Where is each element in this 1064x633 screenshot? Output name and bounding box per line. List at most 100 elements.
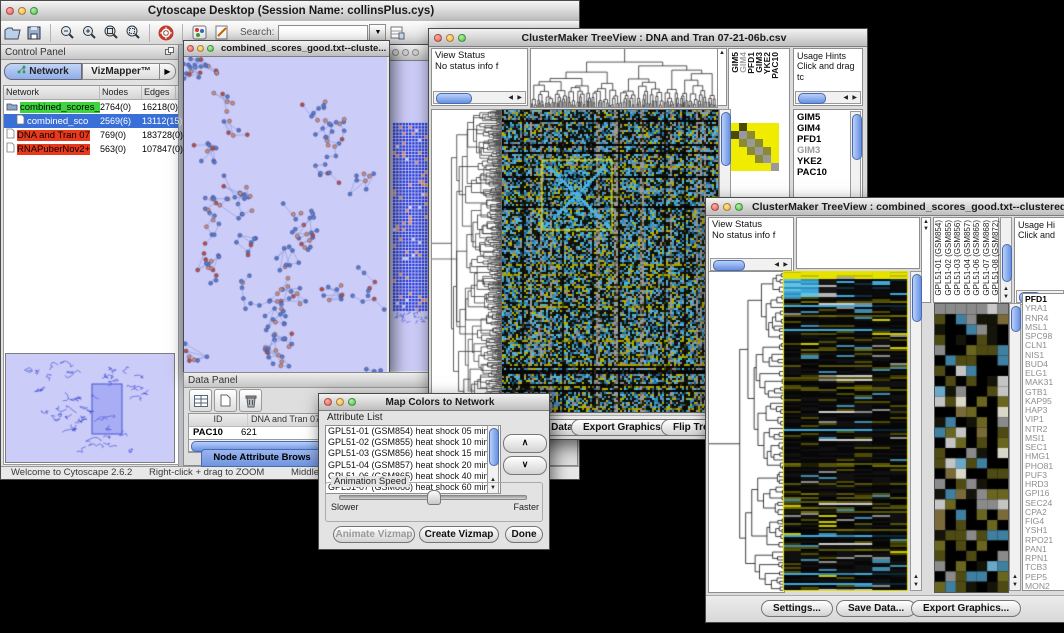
row-dendrogram-canvas[interactable]: [431, 109, 503, 413]
matrix-cell[interactable]: [747, 139, 755, 147]
matrix-cell[interactable]: [763, 139, 771, 147]
matrix-cell[interactable]: [747, 147, 755, 155]
help-lifering-icon[interactable]: [155, 23, 177, 43]
open-folder-icon[interactable]: [1, 23, 23, 43]
network-row[interactable]: RNAPuberNov2+563(0)107847(0): [4, 142, 178, 156]
close-icon[interactable]: [187, 45, 194, 52]
close-icon[interactable]: [711, 203, 719, 211]
button-done[interactable]: Done: [505, 526, 543, 543]
search-dropdown-icon[interactable]: ▼: [369, 24, 386, 42]
matrix-cell[interactable]: [739, 163, 747, 171]
matrix-cell[interactable]: [739, 131, 747, 139]
zoom-out-icon[interactable]: [56, 23, 78, 43]
tab-network[interactable]: Network: [4, 63, 82, 80]
attribute-item[interactable]: GPL51-01 (GSM854) heat shock 05 min: [326, 426, 500, 437]
matrix-cell[interactable]: [739, 155, 747, 163]
matrix-cell[interactable]: [771, 155, 779, 163]
minimize-icon[interactable]: [336, 398, 344, 406]
node-attribute-browser-tab[interactable]: Node Attribute Brows: [201, 449, 323, 467]
close-icon[interactable]: [434, 34, 442, 42]
zoom-window-icon[interactable]: [412, 49, 419, 56]
column-label-vscrollbar[interactable]: ▲▼: [1000, 217, 1012, 303]
network-row[interactable]: combined_scores_2764(0)16218(0): [4, 100, 178, 114]
minimize-icon[interactable]: [18, 7, 26, 15]
matrix-cell[interactable]: [747, 123, 755, 131]
treeview-dna-title-bar[interactable]: ClusterMaker TreeView : DNA and Tran 07-…: [429, 29, 867, 47]
minimize-icon[interactable]: [402, 49, 409, 56]
scrollbar-thumb[interactable]: [1002, 244, 1012, 282]
view-status-hscrollbar[interactable]: ◀▶: [710, 258, 792, 271]
zoom-heatmap-vscrollbar[interactable]: ▲▼: [1009, 303, 1021, 591]
matrix-cell[interactable]: [755, 147, 763, 155]
heatmap-canvas[interactable]: [783, 271, 908, 591]
slider-thumb[interactable]: [427, 490, 441, 505]
scrollbar-thumb[interactable]: [713, 260, 745, 271]
zoom-window-icon[interactable]: [458, 34, 466, 42]
tab-vizmapper[interactable]: VizMapper™: [82, 63, 160, 80]
minimize-icon[interactable]: [723, 203, 731, 211]
search-input[interactable]: [278, 25, 368, 41]
zoom-fit-icon[interactable]: [100, 23, 122, 43]
matrix-cell[interactable]: [731, 123, 739, 131]
zoom-window-icon[interactable]: [348, 398, 356, 406]
zoom-selected-icon[interactable]: [122, 23, 144, 43]
network-title-bar[interactable]: combined_scores_good.txt--cluste...: [184, 41, 389, 57]
column-header-edges[interactable]: Edges: [142, 86, 176, 99]
attribute-item[interactable]: GPL51-04 (GSM857) heat shock 20 min: [326, 460, 500, 471]
matrix-cell[interactable]: [747, 163, 755, 171]
dialog-title-bar[interactable]: Map Colors to Network: [319, 394, 549, 411]
matrix-cell[interactable]: [747, 131, 755, 139]
dendrogram-scroll-strip[interactable]: ▲: [717, 48, 727, 106]
scrollbar-thumb[interactable]: [852, 114, 862, 160]
usage-hints-hscrollbar[interactable]: ◀▶: [795, 91, 861, 104]
zoom-in-icon[interactable]: [78, 23, 100, 43]
matrix-cell[interactable]: [739, 147, 747, 155]
main-title-bar[interactable]: Cytoscape Desktop (Session Name: collins…: [1, 1, 579, 22]
matrix-cell[interactable]: [771, 123, 779, 131]
scrollbar-thumb[interactable]: [912, 274, 922, 322]
network-canvas[interactable]: [184, 57, 387, 372]
row-dendrogram-canvas[interactable]: [708, 271, 785, 593]
speed-slider[interactable]: [339, 495, 527, 500]
matrix-cell[interactable]: [755, 163, 763, 171]
attribute-table-icon[interactable]: [189, 389, 212, 412]
scrollbar-thumb[interactable]: [436, 93, 472, 104]
attribute-item[interactable]: GPL51-03 (GSM856) heat shock 15 min: [326, 448, 500, 459]
matrix-cell[interactable]: [755, 139, 763, 147]
network2-canvas[interactable]: [389, 61, 431, 371]
button-save-data-[interactable]: Save Data...: [836, 600, 916, 617]
matrix-cell[interactable]: [731, 163, 739, 171]
matrix-cell[interactable]: [763, 147, 771, 155]
id-column-header[interactable]: ID: [189, 414, 248, 426]
heatmap-canvas[interactable]: [501, 109, 719, 413]
matrix-cell[interactable]: [739, 139, 747, 147]
scrollbar-thumb[interactable]: [1011, 306, 1021, 332]
attribute-item[interactable]: GPL51-02 (GSM855) heat shock 10 min: [326, 437, 500, 448]
tab-overflow-arrow[interactable]: ▶: [160, 63, 176, 80]
matrix-cell[interactable]: [755, 123, 763, 131]
network2-title-bar[interactable]: [389, 45, 433, 61]
view-status-hscrollbar[interactable]: ◀▶: [433, 91, 526, 104]
matrix-cell[interactable]: [763, 131, 771, 139]
matrix-cell[interactable]: [771, 139, 779, 147]
matrix-cell[interactable]: [755, 155, 763, 163]
matrix-cell[interactable]: [763, 155, 771, 163]
matrix-cell[interactable]: [731, 131, 739, 139]
scrollbar-thumb[interactable]: [798, 93, 826, 104]
move-down-button[interactable]: ∨: [503, 456, 547, 475]
zoom-window-icon[interactable]: [30, 7, 38, 15]
similarity-matrix[interactable]: [731, 123, 779, 171]
scrollbar-thumb[interactable]: [489, 428, 499, 466]
zoom-heatmap-canvas[interactable]: [934, 303, 1009, 593]
heatmap-vscrollbar[interactable]: ▲▼: [910, 271, 922, 591]
dendrogram-scroll-strip[interactable]: ▲▼: [921, 217, 931, 303]
matrix-cell[interactable]: [771, 163, 779, 171]
gene-label[interactable]: MON2: [1025, 582, 1064, 591]
column-header-network[interactable]: Network: [4, 86, 100, 99]
network-overview-canvas[interactable]: [5, 353, 175, 463]
close-icon[interactable]: [392, 49, 399, 56]
minimize-icon[interactable]: [197, 45, 204, 52]
treeview-combined-title-bar[interactable]: ClusterMaker TreeView : combined_scores_…: [706, 198, 1064, 216]
matrix-cell[interactable]: [731, 139, 739, 147]
matrix-cell[interactable]: [731, 147, 739, 155]
